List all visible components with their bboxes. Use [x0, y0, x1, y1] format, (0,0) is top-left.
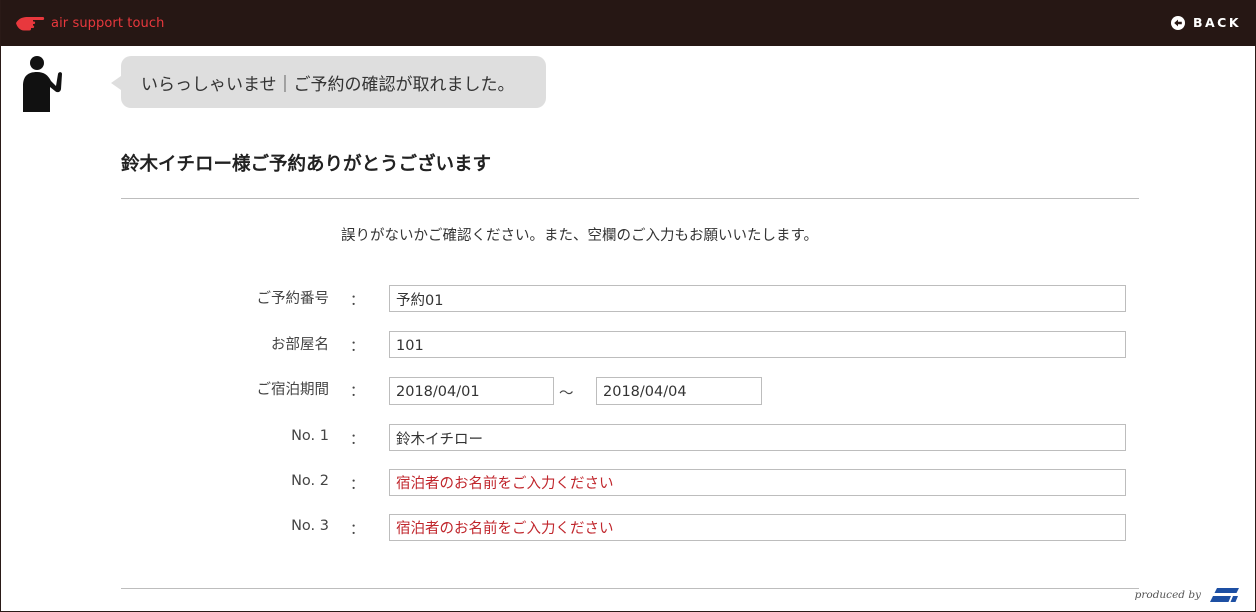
reservation-number-label: ご予約番号: [256, 291, 330, 307]
divider-top: [121, 198, 1139, 199]
maker-logo: [1210, 588, 1239, 602]
pointing-hand-icon: [16, 17, 45, 31]
back-label: BACK: [1192, 15, 1241, 30]
top-bar: air support touch BACK: [1, 0, 1256, 46]
colon: ：: [350, 339, 365, 355]
speech-bubble-tail: [111, 76, 121, 90]
room-name-field[interactable]: [389, 331, 1126, 358]
produced-by-label: produced by: [1134, 589, 1201, 601]
room-name-label: お部屋名: [271, 337, 329, 353]
app-name: air support touch: [51, 15, 165, 31]
divider-bottom: [121, 588, 1139, 589]
back-button[interactable]: BACK: [1170, 15, 1241, 30]
colon: ：: [350, 477, 365, 493]
guest-1-name-field[interactable]: [389, 424, 1126, 451]
guest-2-label: No. 2: [291, 473, 329, 489]
produced-by: produced by: [1135, 587, 1239, 603]
guest-3-label: No. 3: [291, 518, 329, 534]
concierge-person-icon: [23, 56, 62, 112]
colon: ：: [350, 384, 365, 400]
speech-bubble: いらっしゃいませ｜ご予約の確認が取れました。: [111, 56, 546, 108]
guest-1-label: No. 1: [291, 428, 329, 444]
stay-period-label: ご宿泊期間: [256, 382, 330, 398]
guest-2-name-field[interactable]: [389, 469, 1126, 496]
instruction-text: 誤りがないかご確認ください。また、空欄のご入力もお願いいたします。: [341, 228, 819, 244]
page-title: 鈴木イチロー様ご予約ありがとうございます: [121, 154, 492, 175]
colon: ：: [350, 522, 365, 538]
check-in-date-field[interactable]: [389, 377, 554, 405]
colon: ：: [350, 293, 365, 309]
back-arrow-circle-icon: [1170, 15, 1185, 30]
date-range-separator: 〜: [559, 386, 574, 402]
app-logo[interactable]: air support touch: [15, 14, 164, 32]
guest-3-name-field[interactable]: [389, 514, 1126, 541]
colon: ：: [350, 432, 365, 448]
speech-bubble-message: いらっしゃいませ｜ご予約の確認が取れました。: [141, 75, 515, 95]
reservation-number-field[interactable]: [389, 285, 1126, 312]
check-out-date-field[interactable]: [596, 377, 762, 405]
